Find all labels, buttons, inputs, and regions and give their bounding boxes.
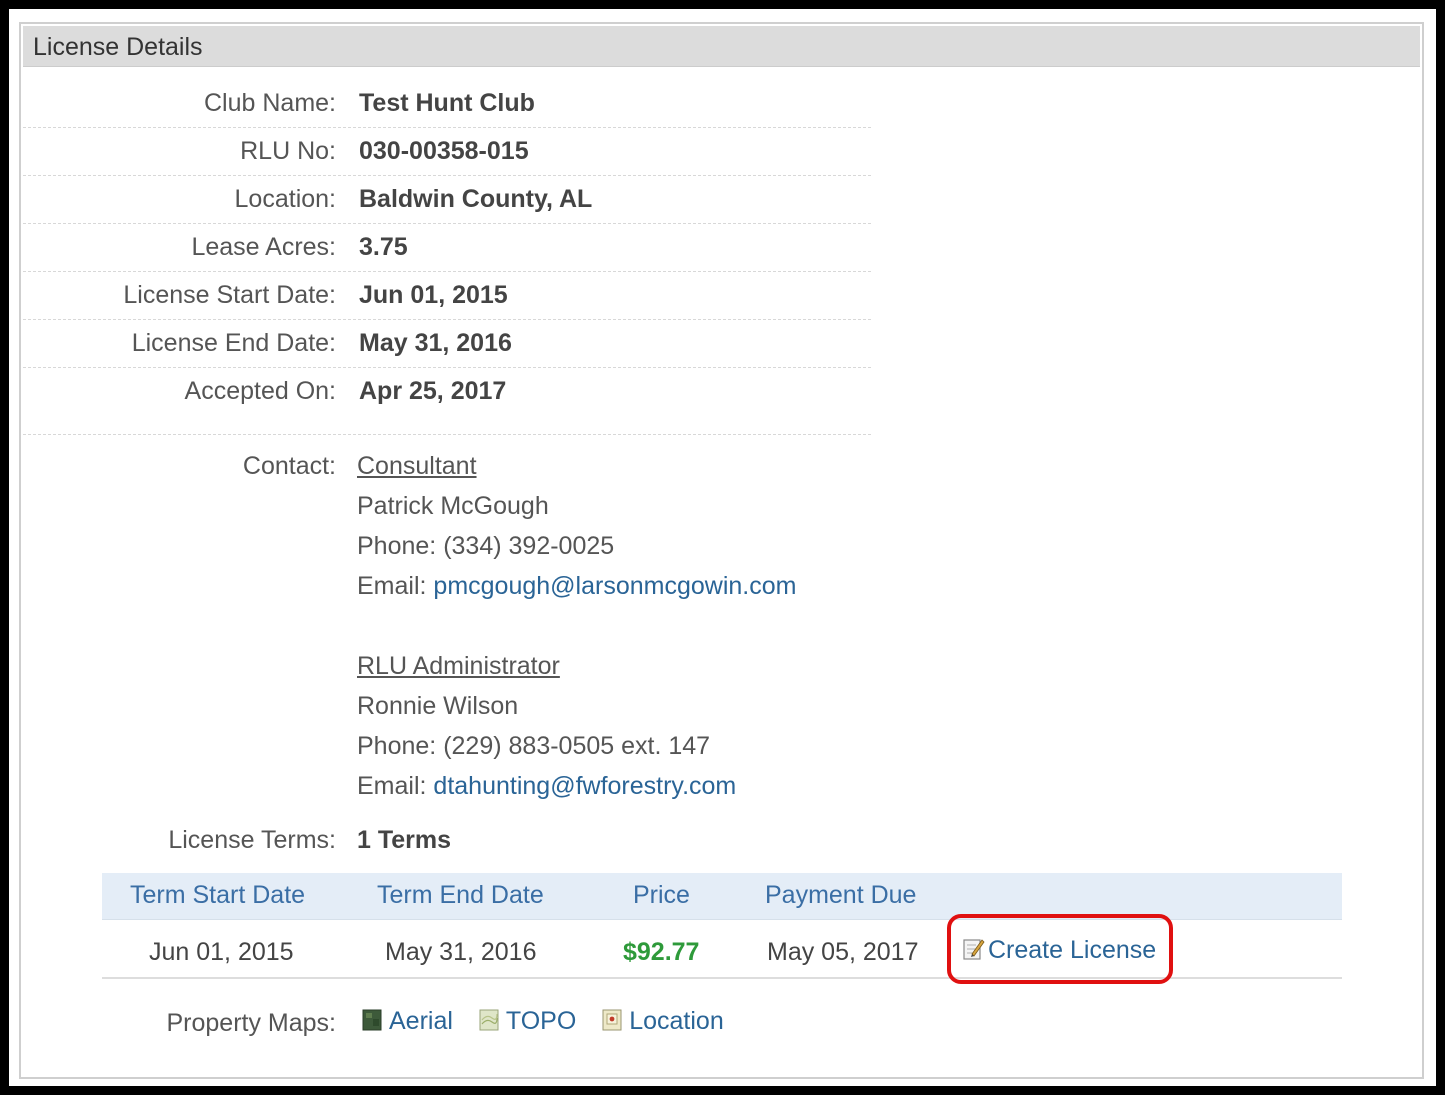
club-name-label: Club Name:	[204, 89, 336, 117]
license-terms-value: 1 Terms	[357, 826, 452, 854]
property-maps-links: Aerial TOPO Location	[361, 1007, 742, 1036]
license-start-value: Jun 01, 2015	[359, 281, 508, 309]
admin-phone: (229) 883-0505 ext. 147	[443, 732, 711, 760]
location-value: Baldwin County, AL	[359, 185, 593, 213]
topo-map-icon	[479, 1009, 499, 1031]
license-end-value: May 31, 2016	[359, 329, 512, 357]
header-payment-due: Payment Due	[765, 881, 917, 909]
contact-label: Contact:	[242, 452, 336, 480]
license-details-panel: License Details Club Name: Test Hunt Clu…	[19, 22, 1424, 1079]
accepted-on-label: Accepted On:	[184, 377, 336, 405]
consultant-phone-label: Phone:	[357, 532, 437, 560]
header-term-end: Term End Date	[377, 881, 544, 909]
detail-row-license-start: License Start Date: Jun 01, 2015	[23, 271, 871, 320]
admin-email-line: Email: dtahunting@fwforestry.com	[357, 772, 736, 801]
consultant-heading: Consultant	[357, 452, 477, 480]
location-label: Location:	[234, 185, 336, 213]
create-license-label: Create License	[988, 936, 1157, 964]
consultant-email-line: Email: pmcgough@larsonmcgowin.com	[357, 572, 796, 601]
screenshot-frame: License Details Club Name: Test Hunt Clu…	[0, 0, 1445, 1095]
consultant-phone-line: Phone: (334) 392-0025	[357, 532, 614, 561]
admin-phone-label: Phone:	[357, 732, 437, 760]
panel-title: License Details	[33, 33, 203, 61]
license-start-label: License Start Date:	[123, 281, 336, 309]
header-term-start: Term Start Date	[130, 881, 306, 909]
accepted-on-value: Apr 25, 2017	[359, 377, 507, 405]
admin-name: Ronnie Wilson	[357, 692, 519, 720]
cell-price: $92.77	[623, 938, 700, 966]
club-name-value: Test Hunt Club	[359, 89, 535, 117]
property-maps-label: Property Maps:	[166, 1009, 336, 1037]
license-end-label: License End Date:	[131, 329, 336, 357]
admin-phone-line: Phone: (229) 883-0505 ext. 147	[357, 732, 710, 761]
cell-term-start: Jun 01, 2015	[149, 938, 294, 966]
detail-row-location: Location: Baldwin County, AL	[23, 175, 871, 224]
admin-email-label: Email:	[357, 772, 427, 800]
topo-map-link[interactable]: TOPO	[478, 1007, 576, 1036]
aerial-map-link[interactable]: Aerial	[361, 1007, 453, 1036]
consultant-name: Patrick McGough	[357, 492, 549, 520]
consultant-email-label: Email:	[357, 572, 427, 600]
panel-header: License Details	[23, 26, 1420, 67]
table-row: Jun 01, 2015 May 31, 2016 $92.77 May 05,…	[102, 914, 1342, 984]
header-price: Price	[633, 881, 690, 909]
terms-table-header: Term Start Date Term End Date Price Paym…	[102, 873, 1342, 920]
edit-document-icon	[963, 939, 985, 960]
detail-row-lease-acres: Lease Acres: 3.75	[23, 223, 871, 272]
consultant-phone: (334) 392-0025	[443, 532, 615, 560]
aerial-label: Aerial	[389, 1007, 453, 1035]
detail-row-license-end: License End Date: May 31, 2016	[23, 319, 871, 368]
create-license-link[interactable]: Create License	[963, 936, 1156, 965]
lease-acres-label: Lease Acres:	[191, 233, 336, 261]
location-map-icon	[602, 1009, 622, 1031]
detail-row-club-name: Club Name: Test Hunt Club	[23, 79, 871, 128]
aerial-map-icon	[362, 1009, 382, 1031]
admin-email-link[interactable]: dtahunting@fwforestry.com	[433, 772, 736, 800]
license-terms-label: License Terms:	[168, 826, 336, 854]
consultant-email-link[interactable]: pmcgough@larsonmcgowin.com	[433, 572, 796, 600]
topo-label: TOPO	[505, 1007, 577, 1035]
lease-acres-value: 3.75	[359, 233, 408, 261]
cell-term-end: May 31, 2016	[385, 938, 537, 966]
location-label: Location	[629, 1007, 724, 1035]
detail-row-rlu-no: RLU No: 030-00358-015	[23, 127, 871, 176]
create-license-button[interactable]: Create License	[947, 914, 1173, 984]
rlu-no-label: RLU No:	[240, 137, 336, 165]
cell-payment-due: May 05, 2017	[767, 938, 919, 966]
admin-heading: RLU Administrator	[357, 652, 560, 680]
rlu-no-value: 030-00358-015	[359, 137, 529, 165]
detail-row-accepted-on: Accepted On: Apr 25, 2017	[23, 367, 871, 435]
location-map-link[interactable]: Location	[601, 1007, 724, 1036]
